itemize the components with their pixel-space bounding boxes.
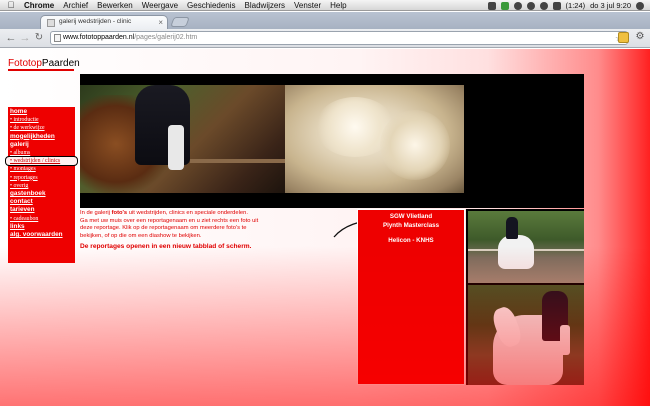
nav-overig[interactable]: • overig: [10, 182, 73, 190]
menubar-status: (1:24) do 3 jul 9:20: [487, 0, 644, 11]
browser-tab[interactable]: galerij wedstrijden - clinic ×: [40, 15, 168, 29]
extension-icon[interactable]: [618, 32, 629, 43]
fence-shape: [190, 159, 290, 163]
battery-status[interactable]: (1:24): [566, 0, 586, 11]
status-sync-icon[interactable]: [500, 1, 509, 10]
report-link-plynth-masterclass[interactable]: Plynth Masterclass: [358, 222, 464, 231]
report-link-sgw-vlietland[interactable]: SGW Vlietland: [358, 213, 464, 222]
menu-archief[interactable]: Archief: [63, 0, 88, 11]
header-photo: [80, 85, 464, 193]
menu-app-chrome[interactable]: Chrome: [24, 0, 54, 11]
page-favicon-icon: [47, 19, 55, 27]
intro-text: In de galerij foto's uit wedstrijden, cl…: [80, 210, 356, 240]
white-horse-shape: [498, 235, 534, 269]
bluetooth-icon[interactable]: [526, 1, 535, 10]
new-tab-button[interactable]: [170, 17, 190, 27]
nav-wedstrijden-clinics[interactable]: • wedstrijden / clinics: [5, 156, 78, 167]
intro-line3: deze reportage. Klik op de reportagenaam…: [80, 225, 247, 232]
nav-introductie[interactable]: • introductie: [10, 116, 73, 124]
preview-photo-bottom: [468, 285, 584, 385]
reportage-list: SGW Vlietland Plynth Masterclass Helicon…: [357, 209, 465, 385]
nav-home[interactable]: home: [10, 108, 73, 116]
browser-toolbar: ← → ↻ www.fototoppaarden.nl/pages/galeri…: [0, 29, 650, 48]
back-arrow-icon[interactable]: ←: [4, 31, 18, 45]
intro-line2: Ga met uw muis over een reportagenaam en…: [80, 217, 259, 224]
intro-note: De reportages openen in een nieuw tabbla…: [80, 243, 252, 250]
nav-werkwijze[interactable]: • de werkwijze: [10, 124, 73, 132]
address-bar[interactable]: www.fototoppaarden.nl/pages/galerij02.ht…: [50, 31, 628, 45]
nav-links[interactable]: links: [10, 223, 73, 231]
menu-bewerken[interactable]: Bewerken: [97, 0, 133, 11]
url-host: www.fototoppaarden.nl: [63, 34, 135, 41]
nav-albums[interactable]: • albums: [10, 149, 73, 157]
apple-icon[interactable]: : [6, 0, 16, 11]
status-app-icon[interactable]: [487, 1, 496, 10]
page-icon: [54, 34, 61, 42]
tab-strip: galerij wedstrijden - clinic ×: [0, 12, 650, 29]
nav-galerij: galerij: [10, 140, 29, 148]
menu-bladwijzers[interactable]: Bladwijzers: [245, 0, 285, 11]
menu-weergave[interactable]: Weergave: [142, 0, 178, 11]
logo-part-red: Fototop: [8, 58, 42, 69]
volume-icon[interactable]: [552, 1, 561, 10]
nav-contact[interactable]: contact: [10, 198, 73, 206]
rider-shape: [506, 217, 518, 239]
tab-close-icon[interactable]: ×: [158, 18, 163, 27]
spotlight-search-icon[interactable]: [636, 1, 644, 10]
preview-photo-top: [468, 211, 584, 283]
forward-arrow-icon[interactable]: →: [18, 31, 32, 45]
wifi-icon[interactable]: [539, 1, 548, 10]
intro-line1-c: uit wedstrijden, clinics en speciale ond…: [127, 210, 248, 216]
clock[interactable]: do 3 jul 9:20: [590, 0, 631, 11]
reload-icon[interactable]: ↻: [32, 31, 46, 45]
intro-line1-b: foto's: [111, 210, 128, 216]
intro-line4: bekijken, of op die om een diashow te be…: [80, 232, 202, 239]
nav-alg-voorwaarden[interactable]: alg. voorwaarden: [10, 231, 73, 239]
tab-title: galerij wedstrijden - clinic: [59, 18, 132, 25]
status-clock-icon[interactable]: [513, 1, 522, 10]
logo-part-black: Paarden: [41, 58, 80, 69]
nav-tarieven[interactable]: tarieven: [10, 206, 73, 214]
nav-gastenboek[interactable]: gastenboek: [10, 190, 73, 198]
mac-menubar:  Chrome Archief Bewerken Weergave Gesch…: [0, 0, 650, 11]
nav-reportages[interactable]: • reportages: [10, 174, 73, 182]
nav-montages[interactable]: • montages: [10, 165, 73, 173]
url-path: /pages/galerij02.htm: [134, 34, 198, 41]
rider-leg-shape: [560, 325, 570, 355]
menu-help[interactable]: Help: [330, 0, 346, 11]
nav-cadeaubon[interactable]: • cadeaubon: [10, 215, 73, 223]
report-link-helicon-knhs[interactable]: Helicon - KNHS: [358, 237, 464, 246]
menu-venster[interactable]: Venster: [294, 0, 321, 11]
logo-underline: [8, 69, 74, 71]
sidebar-nav: home • introductie • de werkwijze mogeli…: [5, 107, 78, 263]
intro-line1-a: In de galerij: [80, 210, 112, 216]
menu-geschiedenis[interactable]: Geschiedenis: [187, 0, 235, 11]
nav-mogelijkheden[interactable]: mogelijkheden: [10, 133, 73, 141]
wrench-menu-icon[interactable]: ⚙: [634, 31, 646, 43]
rider-leg-shape: [168, 125, 184, 170]
mane-knot-shape-2: [380, 110, 450, 180]
page-viewport: FototopPaarden home • introductie • de w…: [0, 49, 650, 406]
site-logo[interactable]: FototopPaarden: [8, 58, 80, 69]
